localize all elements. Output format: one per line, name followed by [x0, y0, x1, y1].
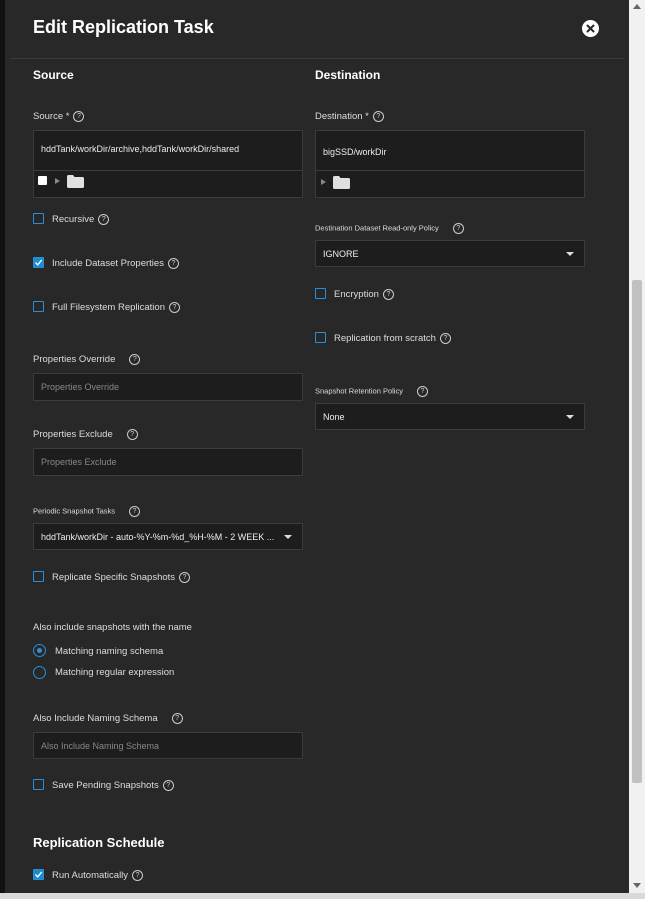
help-icon[interactable]: ? [416, 386, 428, 397]
save-pending-snapshots-label: Save Pending Snapshots? [52, 780, 174, 791]
scroll-up-icon[interactable] [633, 4, 641, 9]
help-icon[interactable]: ? [132, 870, 144, 881]
readonly-policy-label: Destination Dataset Read-only Policy? [315, 223, 464, 234]
destination-value: bigSSD/workDir [323, 147, 387, 157]
caret-down-icon [284, 535, 292, 539]
full-filesystem-replication-label: Full Filesystem Replication? [52, 302, 180, 313]
radio-naming-schema[interactable] [33, 644, 46, 657]
full-filesystem-replication-checkbox[interactable] [33, 301, 44, 312]
replicate-specific-snapshots-checkbox[interactable] [33, 571, 44, 582]
radio-naming-schema-label: Matching naming schema [55, 646, 164, 657]
recursive-label: Recursive? [52, 214, 110, 225]
help-icon[interactable]: ? [162, 780, 174, 791]
radio-regular-expression[interactable] [33, 666, 46, 679]
save-pending-snapshots-checkbox[interactable] [33, 779, 44, 790]
destination-section-title: Destination [315, 68, 381, 82]
vertical-scrollbar[interactable] [629, 0, 645, 893]
recursive-checkbox[interactable] [33, 213, 44, 224]
periodic-snapshot-tasks-label: Periodic Snapshot Tasks? [33, 506, 140, 517]
radio-regular-expression-label: Matching regular expression [55, 667, 175, 678]
bottom-strip [0, 893, 645, 899]
encryption-checkbox[interactable] [315, 288, 326, 299]
periodic-snapshot-tasks-select[interactable]: hddTank/workDir - auto-%Y-%m-%d_%H-%M - … [33, 523, 303, 550]
also-include-label: Also include snapshots with the name [33, 622, 192, 633]
help-icon[interactable]: ? [452, 223, 464, 234]
help-icon[interactable]: ? [372, 111, 384, 122]
replication-schedule-title: Replication Schedule [33, 835, 165, 850]
help-icon[interactable]: ? [129, 506, 140, 517]
properties-exclude-label: Properties Exclude? [33, 429, 138, 440]
help-icon[interactable]: ? [171, 713, 183, 724]
explorer-divider [316, 170, 584, 171]
properties-override-input[interactable]: Properties Override [33, 373, 303, 401]
replication-from-scratch-label: Replication from scratch? [334, 333, 451, 344]
destination-explorer[interactable]: bigSSD/workDir [315, 130, 585, 198]
help-icon[interactable]: ? [126, 429, 138, 440]
properties-override-label: Properties Override? [33, 354, 141, 365]
source-value: hddTank/workDir/archive,hddTank/workDir/… [41, 144, 240, 154]
source-section-title: Source [33, 68, 74, 82]
also-include-naming-schema-label: Also Include Naming Schema? [33, 713, 183, 724]
help-icon[interactable]: ? [98, 214, 110, 225]
folder-icon [67, 175, 84, 188]
readonly-policy-value: IGNORE [323, 248, 359, 259]
close-icon[interactable] [582, 20, 599, 37]
help-icon[interactable]: ? [439, 333, 451, 344]
encryption-label: Encryption? [334, 289, 394, 300]
include-dataset-properties-label: Include Dataset Properties? [52, 258, 179, 269]
help-icon[interactable]: ? [179, 572, 191, 583]
help-icon[interactable]: ? [167, 258, 179, 269]
include-dataset-properties-checkbox[interactable] [33, 257, 44, 268]
snapshot-retention-policy-value: None [323, 411, 345, 422]
folder-icon [333, 176, 350, 189]
caret-down-icon [566, 415, 574, 419]
expand-arrow-icon[interactable] [321, 179, 326, 185]
dialog-title: Edit Replication Task [33, 17, 214, 37]
scrollbar-thumb[interactable] [632, 280, 642, 783]
help-icon[interactable]: ? [73, 111, 85, 122]
snapshot-retention-policy-select[interactable]: None [315, 403, 585, 430]
run-automatically-checkbox[interactable] [33, 869, 44, 880]
also-include-naming-schema-input[interactable]: Also Include Naming Schema [33, 732, 303, 759]
caret-down-icon [566, 252, 574, 256]
snapshot-retention-policy-label: Snapshot Retention Policy? [315, 386, 428, 397]
readonly-policy-select[interactable]: IGNORE [315, 240, 585, 267]
expand-arrow-icon[interactable] [55, 178, 60, 184]
help-icon[interactable]: ? [168, 302, 180, 313]
explorer-divider [34, 170, 302, 171]
run-automatically-label: Run Automatically? [52, 870, 144, 881]
tree-checkbox[interactable] [38, 176, 47, 185]
properties-exclude-input[interactable]: Properties Exclude [33, 448, 303, 476]
help-icon[interactable]: ? [129, 354, 141, 365]
replication-from-scratch-checkbox[interactable] [315, 332, 326, 343]
periodic-snapshot-tasks-value: hddTank/workDir - auto-%Y-%m-%d_%H-%M - … [41, 531, 275, 542]
destination-label: Destination *? [315, 111, 384, 122]
replicate-specific-snapshots-label: Replicate Specific Snapshots? [52, 572, 191, 583]
help-icon[interactable]: ? [382, 289, 394, 300]
header-divider [10, 58, 624, 59]
source-explorer[interactable]: hddTank/workDir/archive,hddTank/workDir/… [33, 130, 303, 198]
source-label: Source *? [33, 111, 85, 122]
scroll-down-icon[interactable] [633, 883, 641, 888]
